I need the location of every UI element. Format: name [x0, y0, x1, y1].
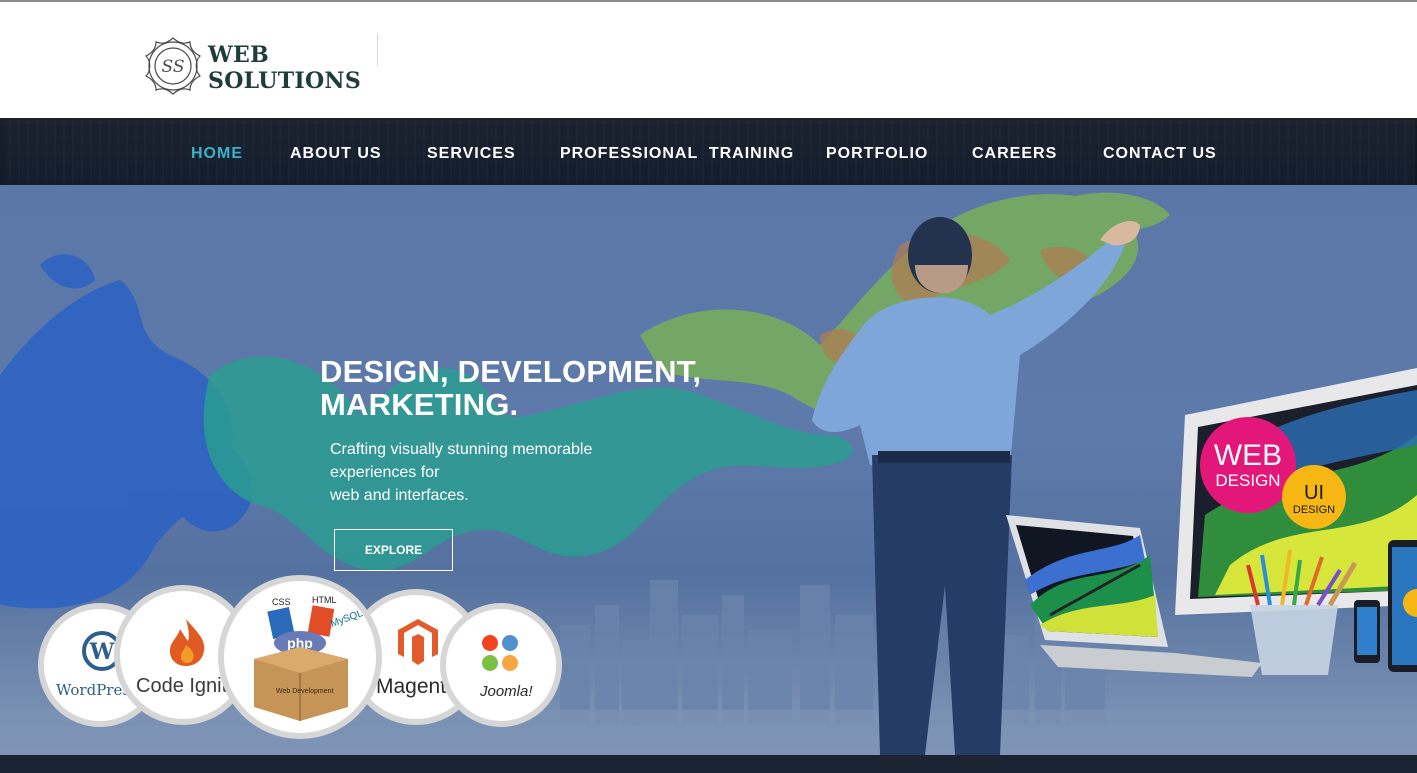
logo-line-1: WEB — [208, 42, 269, 68]
logo-line-2: SOLUTIONS — [208, 68, 362, 94]
nav-careers[interactable]: CAREERS — [972, 145, 1057, 163]
footer-strip — [0, 755, 1417, 773]
explore-button[interactable]: EXPLORE — [334, 529, 453, 571]
nav-about-us[interactable]: ABOUT US — [290, 145, 382, 163]
nav-services[interactable]: SERVICES — [427, 145, 516, 163]
badge-web-line2: DESIGN — [1215, 471, 1280, 490]
hero-title: DESIGN, DEVELOPMENT, MARKETING. — [320, 355, 740, 421]
svg-text:Web Development: Web Development — [276, 688, 334, 695]
svg-text:W: W — [89, 639, 115, 665]
logo-monogram: SS — [162, 57, 185, 77]
svg-text:MySQL: MySQL — [329, 608, 365, 630]
joomla-icon — [482, 635, 518, 671]
hero-subtitle-line-3: web and interfaces. — [330, 487, 469, 504]
hero-banner: WEB DESIGN UI DESIGN DESIGN, DEVELOPMENT… — [0, 185, 1417, 755]
badge-web-line1: WEB — [1214, 439, 1282, 472]
hero-title-line-2: MARKETING. — [320, 387, 519, 422]
hero-subtitle-line-2: experiences for — [330, 464, 440, 481]
badge-ui-line2: DESIGN — [1293, 504, 1335, 516]
site-header: SS WEB SOLUTIONS — [0, 0, 1417, 118]
magento-icon — [398, 619, 438, 665]
nav-home[interactable]: HOME — [191, 145, 243, 163]
joomla-logo-circle: Joomla! — [440, 603, 562, 727]
main-nav: HOME ABOUT US SERVICES PROFESSIONAL TRAI… — [0, 118, 1417, 185]
nav-professional-training[interactable]: PROFESSIONAL TRAINING — [560, 145, 794, 163]
nav-contact-us[interactable]: CONTACT US — [1103, 145, 1217, 163]
svg-text:CSS: CSS — [272, 597, 291, 607]
hero-subtitle-line-1: Crafting visually stunning memorable — [330, 441, 593, 458]
web-development-box-icon: CSS HTML MySQL php Web Development — [254, 595, 365, 721]
badge-ui-line1: UI — [1304, 482, 1324, 504]
logo-emblem-icon: SS — [144, 37, 202, 95]
site-logo[interactable]: SS WEB SOLUTIONS — [140, 34, 380, 98]
hero-title-line-1: DESIGN, DEVELOPMENT, — [320, 354, 702, 389]
svg-text:HTML: HTML — [312, 595, 337, 605]
logo-divider — [377, 34, 378, 66]
codeigniter-flame-icon — [169, 619, 205, 666]
hero-subtitle: Crafting visually stunning memorable exp… — [330, 438, 620, 507]
nav-portfolio[interactable]: PORTFOLIO — [826, 145, 928, 163]
city-skyline — [560, 580, 1105, 725]
joomla-label: Joomla! — [480, 683, 533, 700]
web-development-logo-circle: CSS HTML MySQL php Web Development — [218, 575, 382, 739]
logo-wordmark: WEB SOLUTIONS — [208, 42, 361, 94]
